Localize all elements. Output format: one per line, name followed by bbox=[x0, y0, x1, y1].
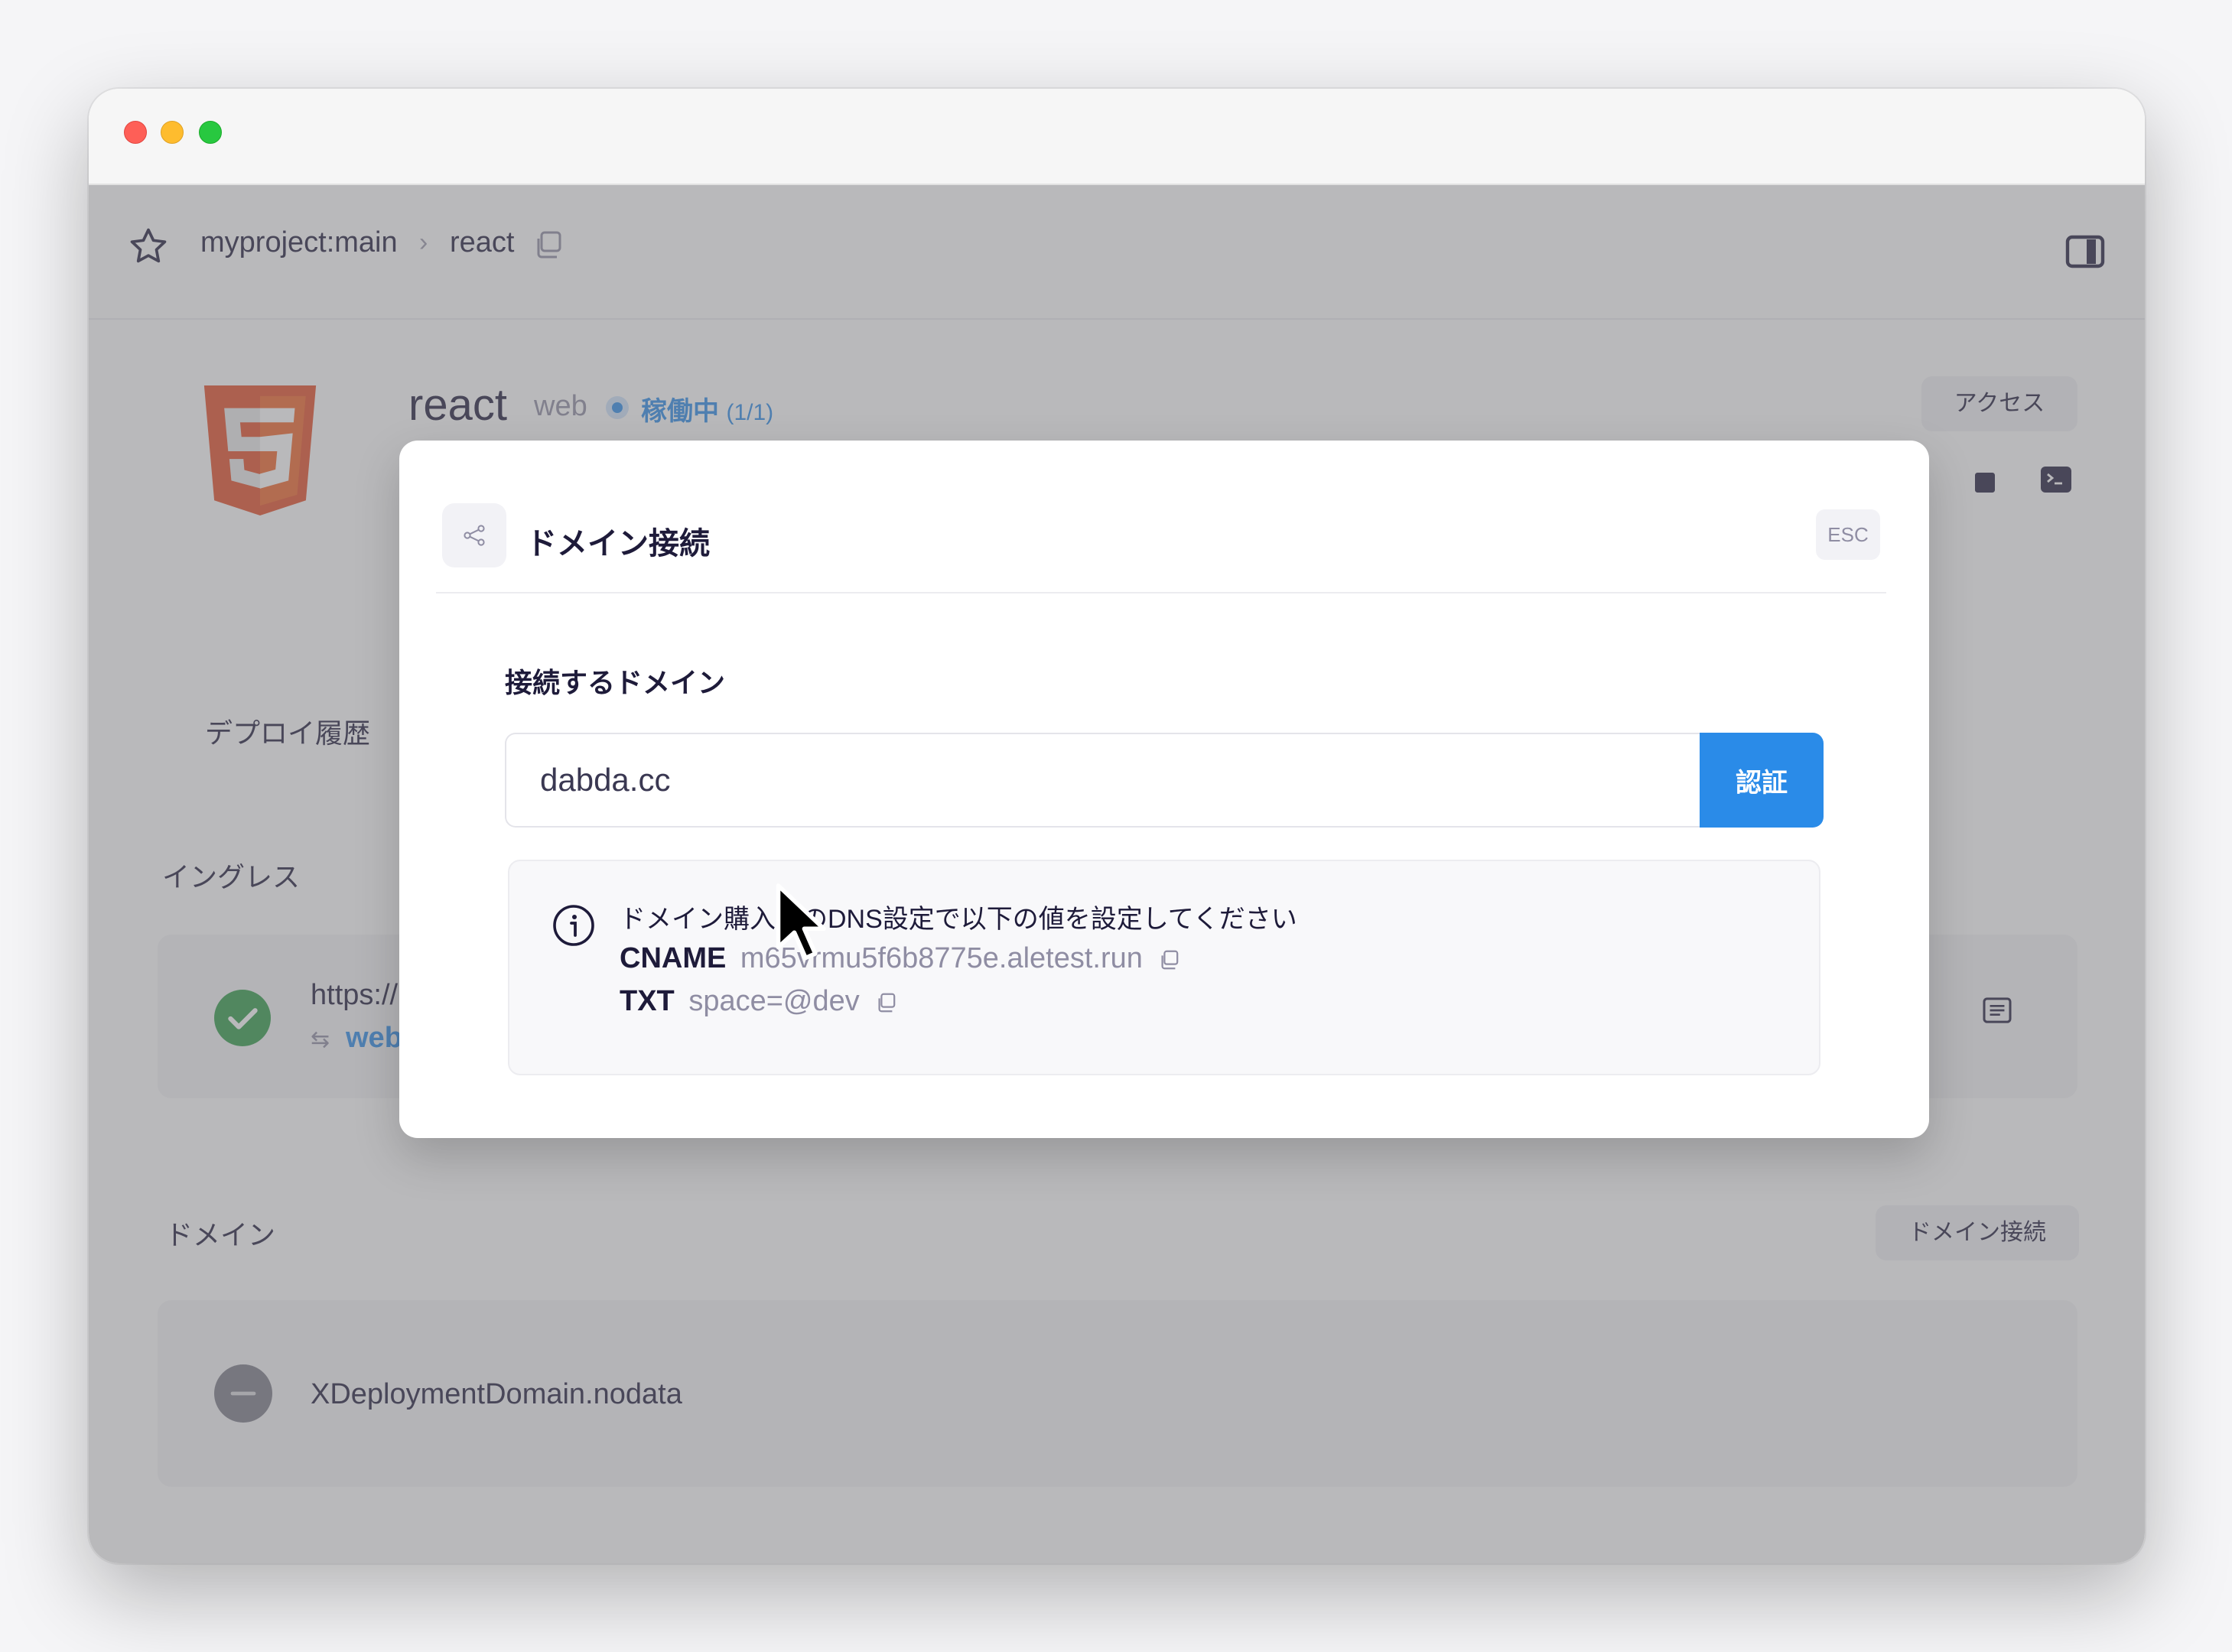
app-window: myproject:main › react react web 稼働中 (1/… bbox=[89, 89, 2145, 1563]
dns-info-box: ドメイン購入先のDNS設定で以下の値を設定してください CNAME m65vrm… bbox=[508, 860, 1820, 1075]
txt-value: space=@dev bbox=[688, 985, 860, 1017]
zoom-window-button[interactable] bbox=[199, 121, 222, 144]
domain-input[interactable] bbox=[505, 733, 1700, 828]
cname-key: CNAME bbox=[620, 942, 727, 974]
verify-button[interactable]: 認証 bbox=[1700, 733, 1824, 828]
minimize-window-button[interactable] bbox=[161, 121, 184, 144]
cursor-icon bbox=[776, 883, 826, 961]
esc-button[interactable]: ESC bbox=[1816, 509, 1880, 560]
copy-cname-icon[interactable] bbox=[1158, 949, 1179, 971]
dns-info-text: ドメイン購入先のDNS設定で以下の値を設定してください bbox=[620, 905, 1297, 934]
domain-field-label: 接続するドメイン bbox=[505, 667, 726, 698]
txt-row: TXT space=@dev bbox=[620, 985, 896, 1018]
dialog-divider bbox=[436, 592, 1886, 593]
cname-row: CNAME m65vrmu5f6b8775e.aletest.run bbox=[620, 942, 1179, 975]
dialog-title: ドメイン接続 bbox=[526, 527, 710, 561]
info-icon bbox=[553, 905, 594, 946]
share-icon bbox=[464, 525, 485, 546]
txt-key: TXT bbox=[620, 985, 675, 1017]
close-window-button[interactable] bbox=[124, 121, 147, 144]
domain-connect-dialog: ドメイン接続 ESC 接続するドメイン 認証 ドメイン購入先のDNS設定で以下の… bbox=[399, 441, 1929, 1138]
share-icon-box bbox=[442, 503, 506, 567]
copy-txt-icon[interactable] bbox=[875, 992, 896, 1013]
window-titlebar bbox=[89, 89, 2145, 185]
